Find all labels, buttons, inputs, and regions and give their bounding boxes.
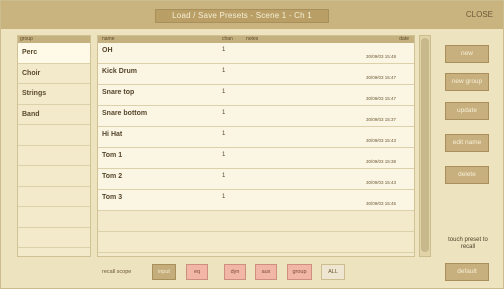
preset-name: Snare top	[102, 89, 135, 96]
preset-name: Snare bottom	[102, 110, 148, 117]
touch-preset-label: touch preset to recall	[448, 237, 488, 250]
group-item-empty	[18, 125, 90, 146]
title-bar: Load / Save Presets - Scene 1 - Ch 1 CLO…	[1, 1, 503, 29]
recall-scope-bar	[1, 259, 503, 289]
table-row[interactable]: Snare top 1 30/09/03 15:47	[98, 85, 414, 106]
empty-table-row	[98, 232, 414, 253]
preset-name: OH	[102, 47, 113, 54]
preset-date: 30/09/03 15:43	[365, 180, 396, 185]
preset-num: 1	[222, 152, 226, 158]
scope-group-button[interactable]: group	[287, 264, 312, 280]
scope-aux-button[interactable]: aux	[255, 264, 277, 280]
preset-name: Kick Drum	[102, 68, 138, 75]
empty-table-row	[98, 211, 414, 232]
scope-all-button[interactable]: ALL	[321, 264, 345, 280]
table-row[interactable]: Hi Hat 1 30/09/03 15:43	[98, 127, 414, 148]
table-row[interactable]: Kick Drum 1 30/09/03 15:47	[98, 64, 414, 85]
delete-button[interactable]: delete	[445, 166, 489, 184]
preset-num: 1	[222, 194, 226, 200]
table-header: name chan notes date	[98, 36, 414, 43]
scope-eq-button[interactable]: eq	[186, 264, 208, 280]
preset-name: Hi Hat	[102, 131, 123, 138]
group-item-perc[interactable]: Perc	[18, 43, 90, 64]
group-item-strings[interactable]: Strings	[18, 84, 90, 105]
group-item-choir[interactable]: Choir	[18, 64, 90, 84]
table-row[interactable]: OH 1 30/09/03 15:48	[98, 43, 414, 64]
group-item-band[interactable]: Band	[18, 105, 90, 125]
header-notes: notes	[246, 36, 259, 42]
preset-date: 30/09/03 15:43	[365, 138, 396, 143]
table-row[interactable]: Snare bottom 1 30/09/03 15:37	[98, 106, 414, 127]
preset-num: 1	[222, 47, 226, 53]
table-row[interactable]: Tom 3 1 30/09/03 15:45	[98, 190, 414, 211]
preset-num: 1	[222, 131, 226, 137]
scroll-thumb[interactable]	[421, 38, 429, 252]
update-button[interactable]: update	[445, 102, 489, 120]
group-list: group Perc Choir Strings Band	[17, 35, 91, 257]
table-scrollbar[interactable]	[419, 35, 431, 257]
table-row[interactable]: Tom 2 1 30/09/03 15:43	[98, 169, 414, 190]
window-title: Load / Save Presets - Scene 1 - Ch 1	[155, 9, 329, 23]
preset-table: name chan notes date OH 1 30/09/03 15:48…	[97, 35, 415, 257]
scope-dyn-button[interactable]: dyn	[224, 264, 246, 280]
preset-name: Tom 1	[102, 152, 123, 159]
preset-date: 30/09/03 15:47	[365, 75, 396, 80]
group-header: group	[18, 36, 90, 43]
group-item-empty	[18, 207, 90, 228]
new-button[interactable]: new	[445, 45, 489, 63]
group-item-empty	[18, 146, 90, 166]
header-date: date	[399, 36, 409, 42]
preset-date: 30/09/03 15:38	[365, 159, 396, 164]
new-group-button[interactable]: new group	[445, 73, 489, 91]
close-button[interactable]: CLOSE	[466, 10, 493, 19]
group-item-empty	[18, 187, 90, 207]
scope-input-button[interactable]: input	[152, 264, 176, 280]
preset-num: 1	[222, 89, 226, 95]
preset-date: 30/09/03 15:45	[365, 201, 396, 206]
header-name: name	[102, 36, 115, 42]
header-num: chan	[222, 36, 233, 42]
group-item-empty	[18, 166, 90, 187]
recall-scope-label: recall scope	[102, 269, 132, 275]
table-row[interactable]: Tom 1 1 30/09/03 15:38	[98, 148, 414, 169]
preset-window: Load / Save Presets - Scene 1 - Ch 1 CLO…	[0, 0, 504, 289]
preset-date: 30/09/03 15:37	[365, 117, 396, 122]
preset-date: 30/09/03 15:47	[365, 96, 396, 101]
preset-name: Tom 2	[102, 173, 123, 180]
preset-num: 1	[222, 173, 226, 179]
edit-name-button[interactable]: edit name	[445, 134, 489, 152]
preset-num: 1	[222, 110, 226, 116]
preset-date: 30/09/03 15:48	[365, 54, 396, 59]
group-item-empty	[18, 228, 90, 248]
preset-name: Tom 3	[102, 194, 123, 201]
preset-num: 1	[222, 68, 226, 74]
